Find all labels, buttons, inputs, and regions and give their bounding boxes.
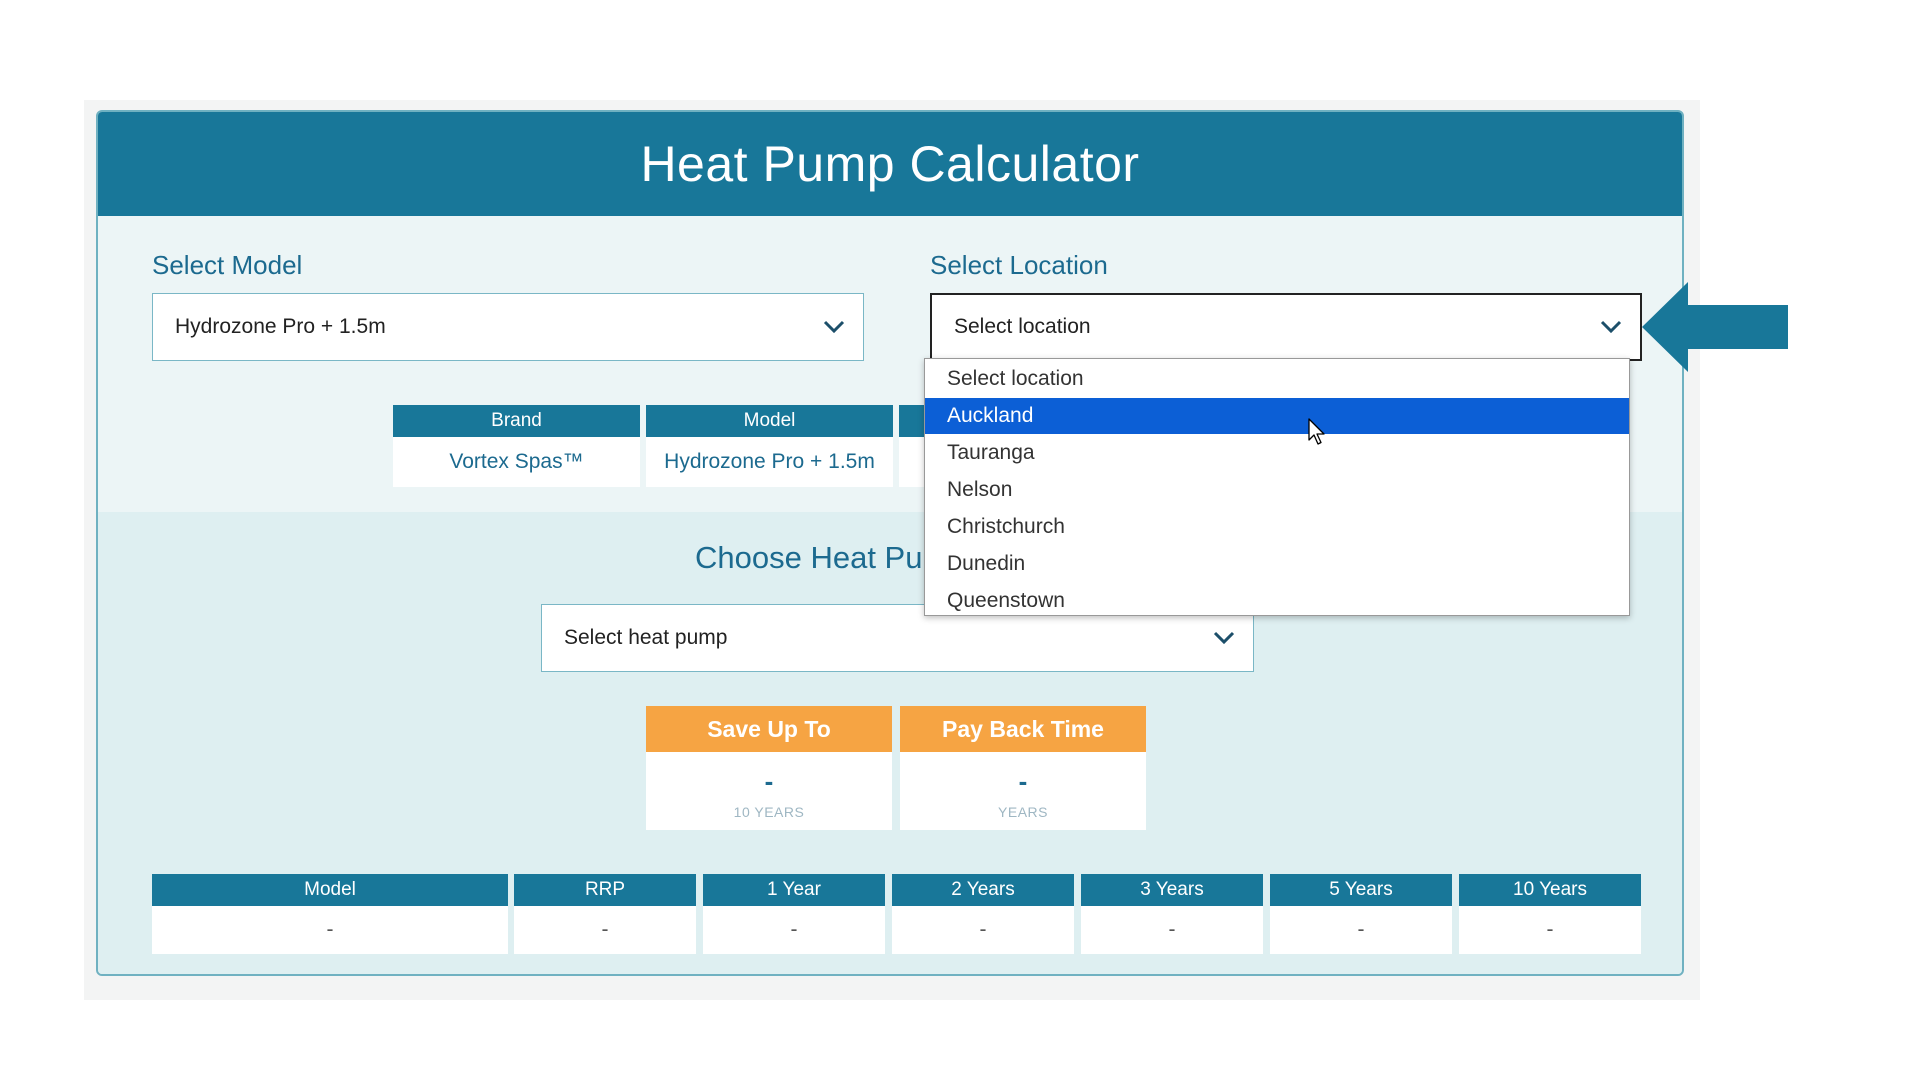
location-option-queenstown[interactable]: Queenstown bbox=[925, 583, 1629, 619]
summary-header-model: Model bbox=[152, 874, 508, 906]
summary-header-3-years: 3 Years bbox=[1081, 874, 1263, 906]
location-dropdown-list: Select location Auckland Tauranga Nelson… bbox=[924, 358, 1630, 616]
summary-value-rrp: - bbox=[514, 906, 696, 954]
location-option-select-location[interactable]: Select location bbox=[925, 361, 1629, 397]
pay-back-time-value: - bbox=[1018, 766, 1028, 796]
info-value-brand: Vortex Spas™ bbox=[393, 437, 640, 487]
summary-value-model: - bbox=[152, 906, 508, 954]
location-select-value: Select location bbox=[954, 315, 1091, 338]
summary-header-10-years: 10 Years bbox=[1459, 874, 1641, 906]
summary-header-5-years: 5 Years bbox=[1270, 874, 1452, 906]
summary-header-2-years: 2 Years bbox=[892, 874, 1074, 906]
chevron-down-icon bbox=[1213, 631, 1235, 645]
pay-back-time-header: Pay Back Time bbox=[900, 706, 1146, 752]
chevron-down-icon bbox=[1600, 320, 1622, 334]
location-select[interactable]: Select location bbox=[930, 293, 1642, 361]
summary-header-1-year: 1 Year bbox=[703, 874, 885, 906]
info-header-model: Model bbox=[646, 405, 893, 437]
summary-header-rrp: RRP bbox=[514, 874, 696, 906]
save-up-to-panel: - 10 YEARS bbox=[646, 752, 892, 830]
save-up-to-unit: 10 YEARS bbox=[733, 804, 805, 820]
info-header-brand: Brand bbox=[393, 405, 640, 437]
summary-value-10-years: - bbox=[1459, 906, 1641, 954]
calculator-title: Heat Pump Calculator bbox=[98, 112, 1682, 216]
mouse-cursor-icon bbox=[1308, 418, 1325, 445]
save-up-to-header: Save Up To bbox=[646, 706, 892, 752]
summary-value-5-years: - bbox=[1270, 906, 1452, 954]
model-select[interactable]: Hydrozone Pro + 1.5m bbox=[152, 293, 864, 361]
location-option-auckland[interactable]: Auckland bbox=[925, 398, 1629, 434]
pay-back-time-unit: YEARS bbox=[998, 804, 1048, 820]
location-option-christchurch[interactable]: Christchurch bbox=[925, 509, 1629, 545]
model-label: Select Model bbox=[152, 250, 303, 280]
chevron-down-icon bbox=[823, 320, 845, 334]
info-value-model: Hydrozone Pro + 1.5m bbox=[646, 437, 893, 487]
location-option-tauranga[interactable]: Tauranga bbox=[925, 435, 1629, 471]
location-option-dunedin[interactable]: Dunedin bbox=[925, 546, 1629, 582]
heat-pump-label: Choose Heat Pu bbox=[695, 540, 923, 575]
summary-value-1-year: - bbox=[703, 906, 885, 954]
heat-pump-select-value: Select heat pump bbox=[564, 626, 728, 649]
arrow-left-icon bbox=[1642, 282, 1788, 372]
location-label: Select Location bbox=[930, 250, 1108, 280]
summary-value-2-years: - bbox=[892, 906, 1074, 954]
pay-back-time-panel: - YEARS bbox=[900, 752, 1146, 830]
summary-value-3-years: - bbox=[1081, 906, 1263, 954]
location-option-nelson[interactable]: Nelson bbox=[925, 472, 1629, 508]
model-select-value: Hydrozone Pro + 1.5m bbox=[175, 315, 386, 338]
save-up-to-value: - bbox=[764, 766, 774, 796]
